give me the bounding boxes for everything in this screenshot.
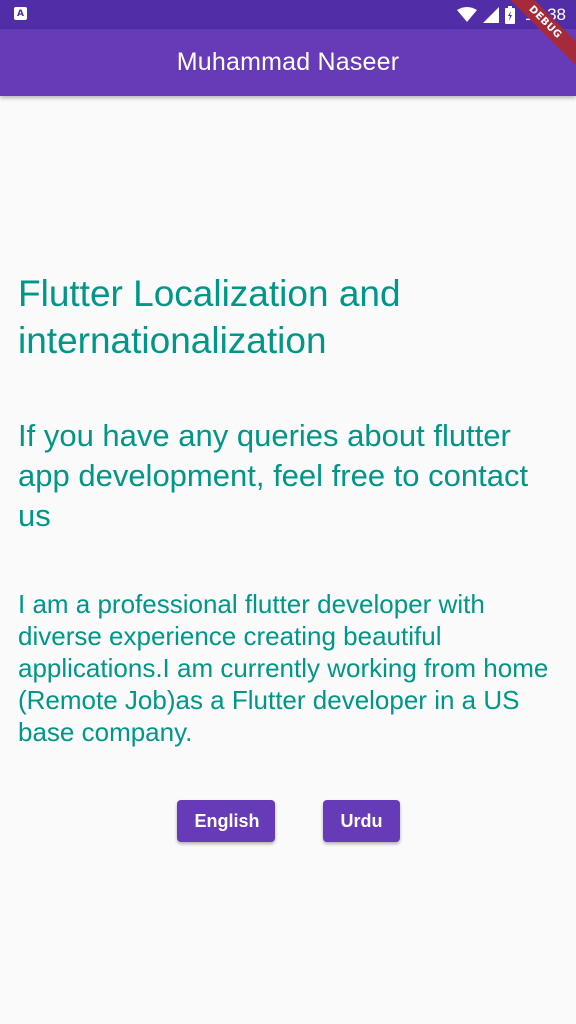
app-title: Muhammad Naseer (176, 48, 400, 76)
contact-subheading: If you have any queries about flutter ap… (18, 418, 529, 533)
language-buttons: English Urdu (0, 800, 576, 842)
bio-text: I am a professional flutter developer wi… (18, 589, 549, 747)
status-bar: A 11:38 (0, 0, 576, 29)
main-content: Flutter Localization and internationaliz… (18, 270, 558, 748)
english-button[interactable]: English (176, 800, 275, 842)
app-bar: Muhammad Naseer (0, 29, 576, 96)
notification-a-icon: A (14, 7, 27, 20)
wifi-icon (456, 6, 477, 22)
battery-icon (504, 5, 515, 24)
app-screen: A 11:38 DEBUG Muhammad Naseer Flutter Lo… (0, 0, 576, 1024)
signal-icon (482, 6, 499, 23)
page-heading: Flutter Localization and internationaliz… (18, 273, 401, 361)
urdu-button[interactable]: Urdu (322, 800, 400, 842)
